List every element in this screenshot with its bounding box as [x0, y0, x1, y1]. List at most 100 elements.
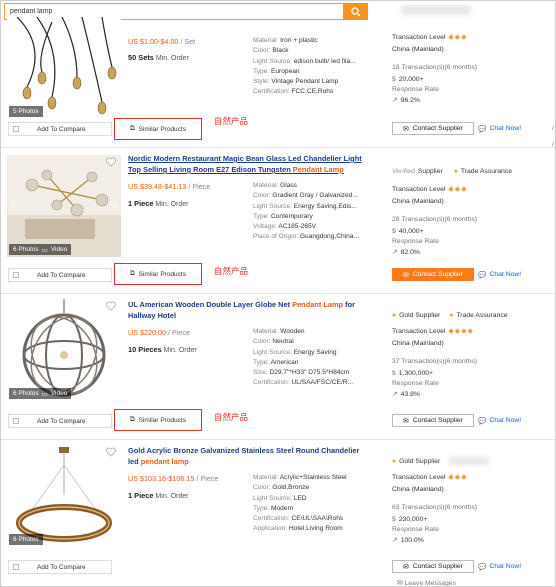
attr-row: Material: Glass [253, 181, 373, 191]
diamond-icons: ◆◆◆ [448, 34, 468, 41]
photo-count-badge[interactable]: 6 Photos [9, 534, 43, 545]
response-rate-label: Response Rate [392, 525, 552, 534]
attr-key: Type: [253, 67, 271, 75]
attr-key: Color: [253, 47, 273, 55]
attr-key: Type: [253, 504, 271, 512]
ring-chandelier-image [16, 447, 112, 542]
add-to-compare[interactable]: Add To Compare [8, 560, 112, 574]
media-badge[interactable]: 6 Photos ▭ Video [9, 388, 72, 399]
rate: 96.2% [400, 96, 420, 104]
response-label: Response Rate [392, 380, 439, 387]
add-to-compare[interactable]: Add To Compare [8, 268, 112, 282]
search-results-frame: 5 Photos US $1.00-$4.00 / Set 50 Sets Mi… [0, 0, 556, 587]
compare-checkbox[interactable] [13, 126, 19, 132]
chat-now-link[interactable]: 💬 Chat Now! [478, 560, 521, 573]
globe-pendant-image [22, 299, 106, 397]
title-keyword: Pendant Lamp [292, 300, 344, 309]
supplier-info: ● Gold Supplier ● Trade Assurance Transa… [392, 309, 552, 400]
price: US $39.48-$41.13 / Piece [128, 182, 210, 191]
attr-value: CE\UL\SAA\Rohs [291, 515, 344, 523]
chat-now-link[interactable]: 💬 Chat Now! [478, 122, 521, 135]
chat-now-link[interactable]: 💬 Chat Now! [478, 414, 521, 427]
similar-products-button[interactable]: ⧉ Similar Products [114, 263, 202, 285]
min-order: 10 Pieces Min. Order [128, 345, 197, 354]
attr-row: Material: Wooden [253, 327, 373, 337]
attr-key: Color: [253, 484, 273, 492]
product-title[interactable]: UL American Wooden Double Layer Globe Ne… [128, 299, 372, 321]
title-keyword: Pendant Lamp [292, 165, 344, 174]
supplier-label: Gold Supplier [399, 457, 441, 465]
attr-key: Material: [253, 474, 280, 481]
compare-label: Add To Compare [37, 125, 86, 133]
product-image[interactable]: 5 Photos [7, 17, 121, 119]
country: China (Mainland) [392, 339, 444, 347]
transactions: 37 Transaction(s)(6 months) [392, 355, 552, 367]
attr-row: Color: Neutral [253, 337, 373, 347]
transactions: 28 Transaction(s)(6 months) [392, 213, 552, 225]
trade-assurance-icon: ● [453, 167, 458, 175]
similar-products-button[interactable]: ⧉ Similar Products [114, 118, 202, 140]
attr-row: Type: Contemporary [253, 212, 373, 222]
trade-assurance-label: Trade Assurance [456, 311, 508, 319]
product-image[interactable]: 6 Photos [7, 445, 121, 547]
divider [1, 147, 555, 148]
leave-messages-link[interactable]: ✉ Leave Messages [397, 579, 456, 586]
transaction-level-label: Transaction Level [392, 327, 446, 335]
attr-key: Material: [253, 328, 281, 335]
attr-key: Voltage: [253, 223, 279, 231]
attr-value: D29.7"*H33" D75.5*H84cm [269, 369, 350, 377]
product-row-4: 6 Photos Gold Acrylic Bronze Galvanized … [1, 441, 555, 586]
attr-row: Certification: UL/SAA/FSC/CE/R... [253, 378, 373, 388]
supplier-info: Verified Supplier ● Trade Assurance Tran… [392, 165, 552, 258]
media-badge[interactable]: 6 Photos ▭ Video [9, 244, 72, 255]
add-to-compare[interactable]: Add To Compare [8, 122, 112, 136]
chat-label: Chat Now! [489, 563, 522, 570]
transaction-count: 18 Transaction(s)(6 months) [392, 63, 477, 71]
attr-row: Certification: FCC,CE,Rohs [253, 87, 373, 97]
attr-value: Hotel,Living Room [288, 525, 343, 533]
annotation-label: 自然产品 [214, 116, 249, 126]
attr-key: Type: [253, 358, 271, 366]
product-image[interactable]: ‹ › 6 Photos ▭ Video [7, 155, 121, 257]
diamond-icons: ◆◆◆ [448, 186, 468, 193]
chat-now-link[interactable]: 💬 Chat Now! [478, 268, 521, 281]
contact-supplier-button[interactable]: ✉ Contact Supplier [392, 414, 474, 427]
compare-checkbox[interactable] [13, 564, 19, 570]
photo-count-badge[interactable]: 5 Photos [9, 106, 43, 117]
price-range: US $103.16-$106.15 [128, 474, 195, 483]
min-order: 1 Piece Min. Order [128, 199, 189, 208]
annotation-label: 自然产品 [214, 412, 249, 422]
contact-supplier-button[interactable]: ✉ Contact Supplier [392, 122, 474, 135]
similar-label: Similar Products [138, 270, 186, 278]
compare-checkbox[interactable] [13, 272, 19, 278]
contact-supplier-button[interactable]: ✉ Contact Supplier [392, 268, 474, 281]
contact-label: Contact Supplier [412, 563, 463, 570]
compare-checkbox[interactable] [13, 418, 19, 424]
mail-icon: ✉ [403, 125, 409, 133]
favorite-heart-icon[interactable] [106, 301, 116, 311]
contact-supplier-button[interactable]: ✉ Contact Supplier [392, 560, 474, 573]
attr-key: Place of Origin: [253, 233, 300, 241]
attr-value: Neutral [272, 338, 294, 346]
dollar-icon: $ [392, 369, 396, 377]
video-icon: ▭ [41, 390, 48, 398]
similar-products-button[interactable]: ⧉ Similar Products [114, 409, 202, 431]
supplier-badges: Verified Supplier ● Trade Assurance [392, 165, 552, 177]
attr-row: Light Source: edison bulb/ led fila... [253, 57, 373, 67]
favorite-heart-icon[interactable] [106, 447, 116, 457]
attr-row: Material: Iron + plastic [253, 36, 373, 46]
product-row-2: ‹ › 6 Photos ▭ Video Nordic Modern Resta… [1, 149, 555, 295]
attr-row: Material: Acrylic+Stainless Steel [253, 473, 373, 483]
contact-label: Contact Supplier [412, 125, 463, 132]
favorite-heart-icon[interactable] [106, 157, 116, 167]
amount: 1,300,000+ [398, 369, 433, 377]
transaction-count: 28 Transaction(s)(6 months) [392, 215, 477, 223]
product-title[interactable]: Nordic Modern Restaurant Magic Bean Glas… [128, 153, 372, 175]
product-image[interactable]: 6 Photos ▭ Video [7, 299, 121, 401]
product-title[interactable]: Gold Acrylic Bronze Galvanized Stainless… [128, 445, 372, 467]
price: US $220.00 / Piece [128, 328, 190, 337]
chat-icon: 💬 [478, 125, 487, 133]
transaction-level: Transaction Level ◆◆◆ [392, 31, 552, 43]
video-label: Video [50, 390, 68, 397]
add-to-compare[interactable]: Add To Compare [8, 414, 112, 428]
